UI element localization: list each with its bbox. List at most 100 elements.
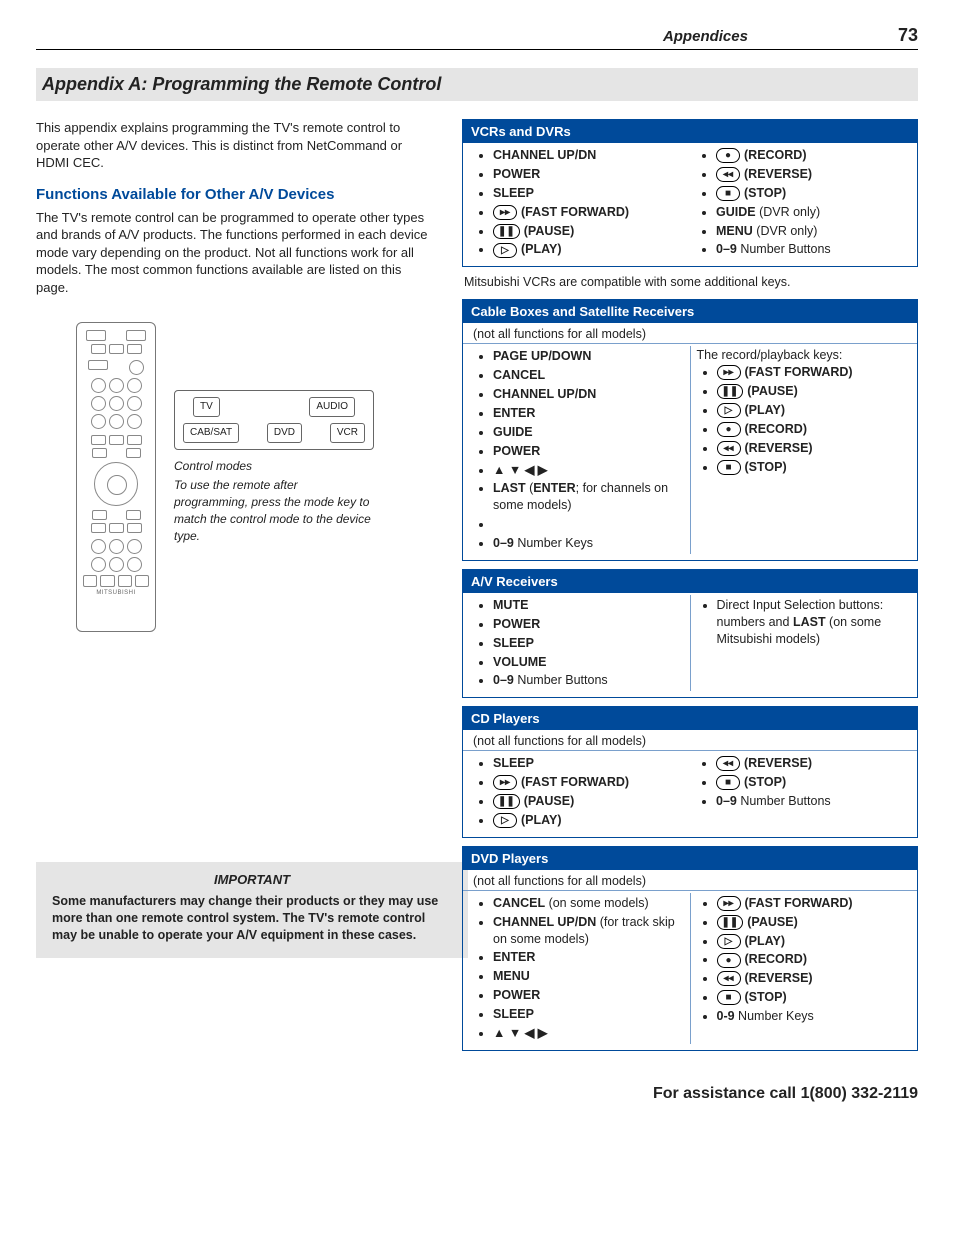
list-item: ❚❚(PAUSE) [493, 793, 684, 810]
play-icon: ▷ [717, 934, 741, 949]
list-item: ▲ ▼ ◀ ▶ [493, 462, 684, 479]
list-item: ■(STOP) [717, 989, 908, 1006]
stop-icon: ■ [717, 460, 741, 475]
fast forward-icon: ▸▸ [493, 205, 517, 220]
list-item: ▸▸(FAST FORWARD) [493, 774, 684, 791]
fast forward-icon: ▸▸ [717, 365, 741, 380]
important-heading: IMPORTANT [52, 872, 452, 887]
avr-title: A/V Receivers [463, 570, 917, 593]
list-item: 0–9 Number Keys [493, 535, 684, 552]
list-item: POWER [493, 443, 684, 460]
section-name: Appendices [663, 28, 748, 45]
play-icon: ▷ [493, 813, 517, 828]
page-header: Appendices 73 [36, 25, 918, 50]
list-item: POWER [493, 987, 684, 1004]
list-item: 0-9 Number Keys [717, 1008, 908, 1025]
remote-brand: MITSUBISHI [83, 590, 149, 596]
pause-icon: ❚❚ [717, 384, 744, 399]
list-item: ◂◂(REVERSE) [717, 970, 908, 987]
list-item: CHANNEL UP/DN [493, 147, 684, 164]
list-item: SLEEP [493, 1006, 684, 1023]
record-icon: ● [717, 953, 741, 968]
appendix-title: Appendix A: Programming the Remote Contr… [36, 68, 918, 101]
list-item: ENTER [493, 405, 684, 422]
avr-table: A/V Receivers MUTEPOWERSLEEPVOLUME0–9 Nu… [462, 569, 918, 698]
play-icon: ▷ [493, 243, 517, 258]
list-item: SLEEP [493, 635, 684, 652]
pause-icon: ❚❚ [493, 794, 520, 809]
play-icon: ▷ [717, 403, 741, 418]
list-item: ◂◂(REVERSE) [717, 440, 908, 457]
list-item [493, 516, 684, 533]
list-item: GUIDE (DVR only) [716, 204, 907, 221]
callout-body: To use the remote after programming, pre… [174, 477, 374, 544]
list-item: MENU (DVR only) [716, 223, 907, 240]
list-item: ❚❚(PAUSE) [717, 914, 908, 931]
list-item: ENTER [493, 949, 684, 966]
list-item: POWER [493, 166, 684, 183]
list-item: ❚❚(PAUSE) [717, 383, 908, 400]
stop-icon: ■ [717, 990, 741, 1005]
pause-icon: ❚❚ [717, 915, 744, 930]
list-item: ▷(PLAY) [493, 241, 684, 258]
list-item: ▸▸(FAST FORWARD) [717, 364, 908, 381]
list-item: ◂◂(REVERSE) [716, 166, 907, 183]
stop-icon: ■ [716, 186, 740, 201]
pause-icon: ❚❚ [493, 224, 520, 239]
list-item: ■(STOP) [716, 774, 907, 791]
list-item: SLEEP [493, 185, 684, 202]
cable-right-lead: The record/playback keys: [697, 348, 908, 362]
functions-paragraph: The TV's remote control can be programme… [36, 209, 436, 297]
list-item: Direct Input Selection buttons: numbers … [717, 597, 908, 648]
reverse-icon: ◂◂ [716, 167, 740, 182]
list-item: ●(RECORD) [717, 951, 908, 968]
vcr-table: VCRs and DVRs CHANNEL UP/DN POWER SLEEP ▸▸(… [462, 119, 918, 267]
assistance-footer: For assistance call 1(800) 332-2119 [36, 1085, 918, 1103]
vcr-note: Mitsubishi VCRs are compatible with some… [464, 275, 918, 289]
fast forward-icon: ▸▸ [717, 896, 741, 911]
list-item: ❚❚(PAUSE) [493, 223, 684, 240]
record-icon: ● [716, 148, 740, 163]
list-item: ▷(PLAY) [493, 812, 684, 829]
list-item: ◂◂(REVERSE) [716, 755, 907, 772]
reverse-icon: ◂◂ [716, 756, 740, 771]
list-item: ▲ ▼ ◀ ▶ [493, 1025, 684, 1042]
list-item: ▷(PLAY) [717, 402, 908, 419]
mode-tv: TV [193, 397, 220, 417]
dvd-title: DVD Players [463, 847, 917, 870]
list-item: SLEEP [493, 755, 684, 772]
intro-paragraph: This appendix explains programming the T… [36, 119, 436, 172]
list-item: CHANNEL UP/DN [493, 386, 684, 403]
cable-table: Cable Boxes and Satellite Receivers (not… [462, 299, 918, 561]
important-box: IMPORTANT Some manufacturers may change … [36, 862, 468, 958]
list-item: ●(RECORD) [717, 421, 908, 438]
important-body: Some manufacturers may change their prod… [52, 893, 452, 944]
cd-sub: (not all functions for all models) [463, 730, 917, 750]
mode-cabsat: CAB/SAT [183, 423, 239, 443]
list-item: CHANNEL UP/DN (for track skip on some mo… [493, 914, 684, 948]
list-item: 0–9 Number Buttons [716, 793, 907, 810]
list-item: ▷(PLAY) [717, 933, 908, 950]
stop-icon: ■ [716, 775, 740, 790]
vcr-title: VCRs and DVRs [463, 120, 917, 143]
fast forward-icon: ▸▸ [493, 775, 517, 790]
list-item: MUTE [493, 597, 684, 614]
cd-title: CD Players [463, 707, 917, 730]
list-item: 0–9 Number Buttons [716, 241, 907, 258]
list-item: CANCEL (on some models) [493, 895, 684, 912]
list-item: CANCEL [493, 367, 684, 384]
list-item: MENU [493, 968, 684, 985]
record-icon: ● [717, 422, 741, 437]
dvd-sub: (not all functions for all models) [463, 870, 917, 890]
list-item: ■(STOP) [716, 185, 907, 202]
cable-title: Cable Boxes and Satellite Receivers [463, 300, 917, 323]
reverse-icon: ◂◂ [717, 971, 741, 986]
mode-audio: AUDIO [309, 397, 355, 417]
cd-table: CD Players (not all functions for all mo… [462, 706, 918, 838]
mode-dvd: DVD [267, 423, 302, 443]
mode-vcr: VCR [330, 423, 365, 443]
list-item: ▸▸(FAST FORWARD) [493, 204, 684, 221]
page-number: 73 [898, 25, 918, 46]
list-item: ▸▸(FAST FORWARD) [717, 895, 908, 912]
list-item: LAST (ENTER; for channels on some models… [493, 480, 684, 514]
